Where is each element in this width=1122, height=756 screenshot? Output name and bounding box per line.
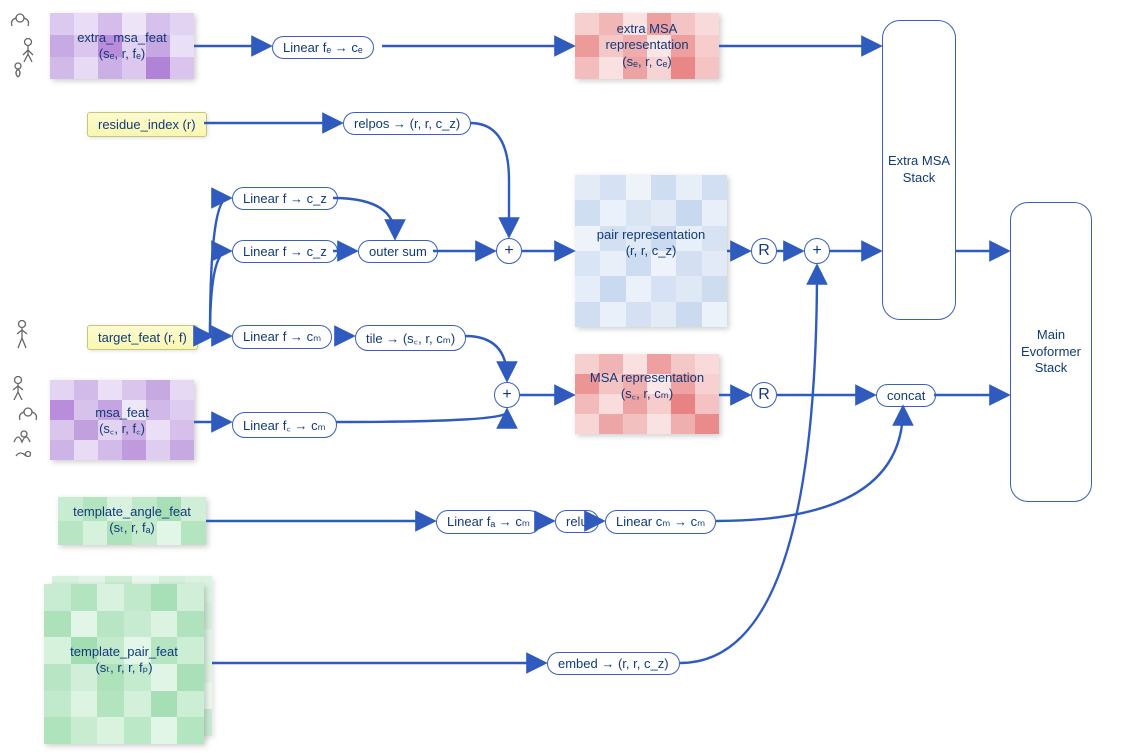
input-extra-msa-feat [50,13,194,79]
text: residue_index (r) [98,117,196,132]
input-residue-index: residue_index (r) [87,112,207,137]
input-template-angle-feat [58,497,206,545]
input-msa-feat [50,380,194,460]
op-linear-f-cz-1: Linear f → c_z [232,187,338,210]
organism-icons-msa [6,372,40,462]
text: tile → (s꜀, r, cₘ) [366,331,455,346]
text: Extra MSA Stack [887,153,951,187]
text: Linear f → c_z [243,191,327,206]
text: + [504,242,513,259]
input-target-feat: target_feat (r, f) [87,325,198,350]
stack-extra-msa: Extra MSA Stack [882,20,956,320]
op-linear-cm-cm: Linear cₘ → cₘ [605,510,716,534]
text: R [758,386,770,403]
text: Linear f꜀ → cₘ [243,418,326,433]
text: Linear cₘ → cₘ [616,514,705,529]
organism-icon-target [12,318,32,358]
op-plus-msa: + [494,382,520,408]
op-recycle-msa: R [751,382,777,408]
op-embed-pair: embed → (r, r, c_z) [547,652,680,675]
input-template-pair-feat [44,584,204,744]
text: Linear fₐ → cₘ [447,514,530,529]
text: target_feat (r, f) [98,330,187,345]
text: relpos → (r, r, c_z) [354,116,460,131]
op-relpos: relpos → (r, r, c_z) [343,112,471,135]
text: concat [887,388,925,403]
rep-msa [575,354,719,434]
text: outer sum [369,244,427,259]
op-concat: concat [876,384,936,407]
text: Linear f → c_z [243,244,327,259]
text: Linear f → cₘ [243,329,321,344]
text: + [812,242,821,259]
text: Linear fₑ → cₑ [283,40,363,55]
op-recycle-pair: R [751,238,777,264]
op-linear-f-cz-2: Linear f → c_z [232,240,338,263]
op-tile: tile → (s꜀, r, cₘ) [355,325,466,351]
op-plus-pair: + [496,238,522,264]
op-linear-f-cm: Linear f → cₘ [232,325,332,349]
text: relu [566,514,588,529]
rep-extra-msa [575,13,719,79]
rep-pair [575,175,727,327]
organism-icons-extra [6,8,40,78]
text: embed → (r, r, c_z) [558,656,669,671]
op-plus-pair2: + [804,238,830,264]
stack-main-evoformer: Main Evoformer Stack [1010,202,1092,502]
text: R [758,242,770,259]
op-linear-fe-ce: Linear fₑ → cₑ [272,36,374,59]
op-outer-sum: outer sum [358,240,438,263]
op-relu: relu [555,510,599,533]
op-linear-fa-cm: Linear fₐ → cₘ [436,510,541,534]
op-linear-fc-cm: Linear f꜀ → cₘ [232,412,337,438]
text: + [502,386,511,403]
text: Main Evoformer Stack [1015,327,1087,378]
